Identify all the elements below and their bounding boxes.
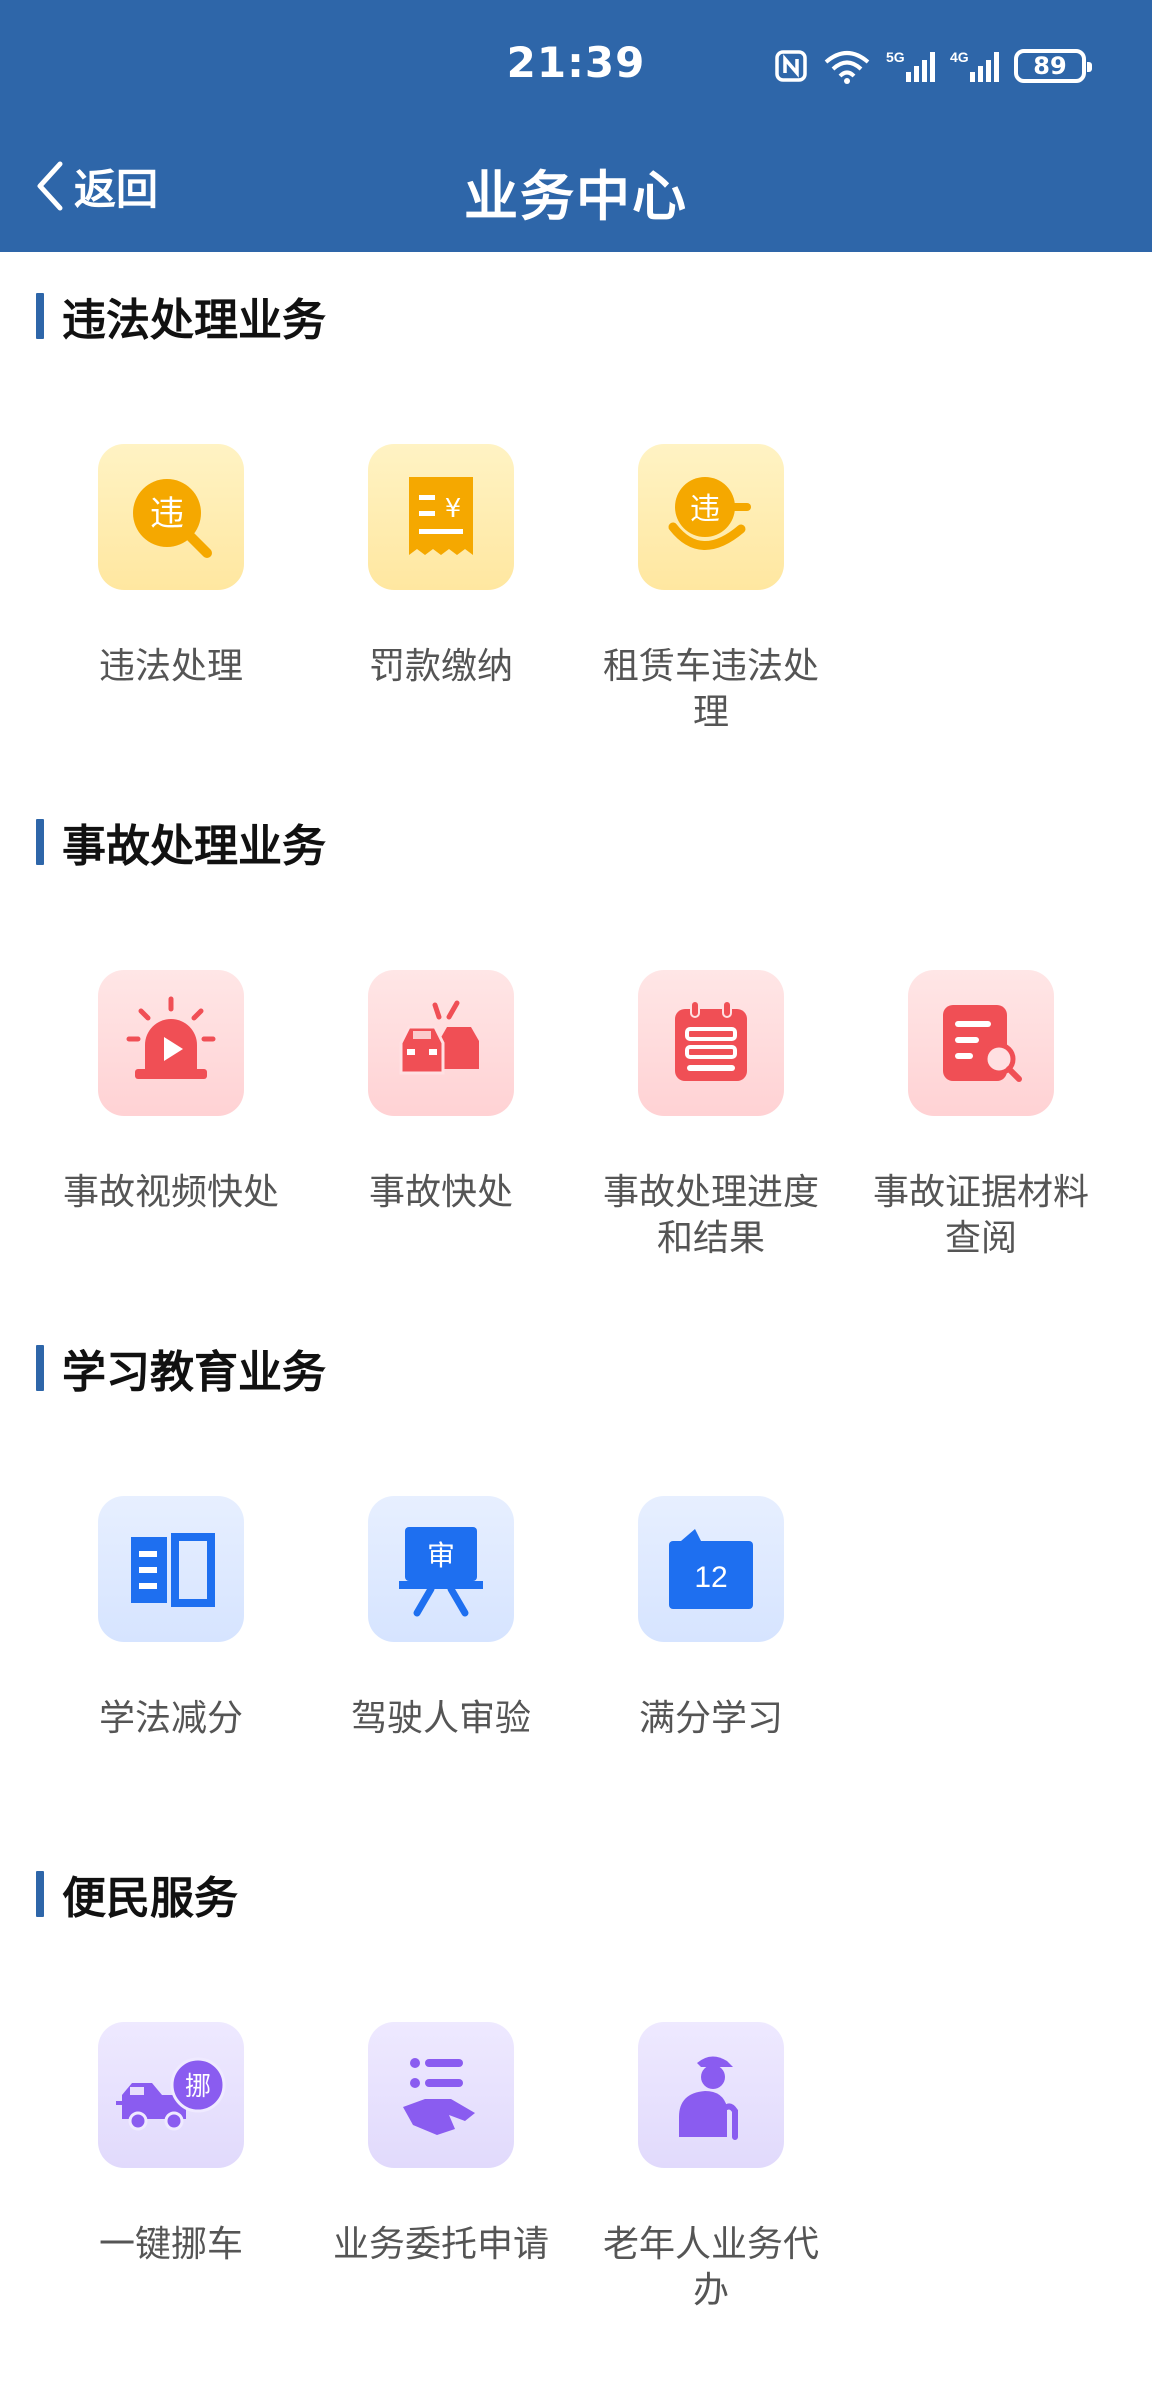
service-item-accident-progress[interactable]: 事故处理进度和结果 [576, 970, 846, 1262]
section-title: 便民服务 [36, 1870, 238, 1924]
service-tile: ¥ [368, 444, 514, 590]
service-label: 事故快处 [368, 1172, 513, 1213]
service-label: 事故视频快处 [62, 1172, 279, 1213]
service-tile [638, 970, 784, 1116]
elderly-icon [679, 2056, 738, 2140]
service-item-move-car[interactable]: 挪 一键挪车 [36, 2022, 306, 2268]
hand-list-icon [403, 2058, 475, 2135]
service-tile [908, 970, 1054, 1116]
service-label: 违法处理 [98, 646, 243, 687]
section-accident: 事故处理业务 事故视频快处 事故快处 事故处理进度和结果 事故证据材料查阅 [0, 778, 1152, 1304]
section-violation: 违法处理业务 违 违法处理 ¥ 罚款缴纳 违 租赁车违法处理 [0, 252, 1152, 778]
signal-5g-icon: 5G [886, 49, 935, 82]
service-item-driver-review[interactable]: 审 驾驶人审验 [306, 1496, 576, 1742]
calendar-list-icon [675, 1000, 747, 1081]
service-label: 老年人业务代办 [602, 2224, 819, 2311]
svg-text:挪: 挪 [185, 2072, 211, 2102]
section-title: 学习教育业务 [36, 1344, 326, 1398]
service-label: 业务委托申请 [332, 2224, 549, 2265]
battery-level: 89 [1033, 52, 1067, 80]
service-item-accident-quick[interactable]: 事故快处 [306, 970, 576, 1216]
service-grid: 事故视频快处 事故快处 事故处理进度和结果 事故证据材料查阅 [0, 970, 1152, 1330]
service-tile: 违 [98, 444, 244, 590]
service-item-accident-video[interactable]: 事故视频快处 [36, 970, 306, 1216]
service-label: 驾驶人审验 [350, 1698, 531, 1739]
service-label: 事故处理进度和结果 [602, 1172, 819, 1259]
service-item-full-score-study[interactable]: 12 满分学习 [576, 1496, 846, 1742]
app-header: 21:39 5G 4G 89 返回 业务中心 [0, 0, 1152, 252]
service-label: 学法减分 [98, 1698, 243, 1739]
service-tile [98, 970, 244, 1116]
section-education: 学习教育业务 学法减分 审 驾驶人审验 12 满分学习 [0, 1304, 1152, 1830]
service-tile [638, 2022, 784, 2168]
service-tile [368, 2022, 514, 2168]
service-item-evidence-review[interactable]: 事故证据材料查阅 [846, 970, 1116, 1262]
service-label: 一键挪车 [98, 2224, 243, 2265]
signal-4g-icon: 4G [950, 49, 999, 82]
section-convenience: 便民服务 挪 一键挪车 业务委托申请 老年人业务代办 [0, 1830, 1152, 2376]
svg-text:审: 审 [427, 1539, 455, 1572]
wifi-icon [824, 51, 870, 84]
service-tile [98, 1496, 244, 1642]
car-crash-icon [399, 1000, 479, 1075]
service-item-elderly-agency[interactable]: 老年人业务代办 [576, 2022, 846, 2314]
service-item-violation-handling[interactable]: 违 违法处理 [36, 444, 306, 690]
move-car-icon: 挪 [116, 2057, 226, 2131]
service-item-study-law[interactable]: 学法减分 [36, 1496, 306, 1742]
battery-indicator: 89 [1014, 49, 1092, 83]
service-tile: 挪 [98, 2022, 244, 2168]
service-grid: 挪 一键挪车 业务委托申请 老年人业务代办 [0, 2022, 1152, 2382]
svg-text:5G: 5G [886, 49, 905, 65]
svg-text:违: 违 [690, 492, 720, 527]
svg-text:12: 12 [694, 1561, 727, 1594]
service-grid: 学法减分 审 驾驶人审验 12 满分学习 [0, 1496, 1152, 1856]
svg-text:违: 违 [150, 494, 184, 534]
svg-text:¥: ¥ [445, 494, 462, 524]
service-item-fine-payment[interactable]: ¥ 罚款缴纳 [306, 444, 576, 690]
fine-receipt-icon: ¥ [409, 477, 473, 555]
nfc-icon [775, 50, 807, 82]
service-label: 事故证据材料查阅 [872, 1172, 1089, 1259]
document-search-icon [943, 1005, 1022, 1082]
service-label: 满分学习 [638, 1698, 783, 1739]
service-tile: 审 [368, 1496, 514, 1642]
section-title: 违法处理业务 [36, 292, 326, 346]
service-tile [368, 970, 514, 1116]
service-item-entrust-application[interactable]: 业务委托申请 [306, 2022, 576, 2268]
status-icons: 5G 4G 89 [774, 46, 1092, 86]
violation-search-icon: 违 [133, 479, 212, 558]
service-item-rental-violation[interactable]: 违 租赁车违法处理 [576, 444, 846, 736]
page-title: 业务中心 [464, 165, 688, 228]
rental-violation-icon: 违 [668, 477, 751, 550]
alarm-video-icon [126, 996, 216, 1079]
svg-text:4G: 4G [950, 49, 969, 65]
open-book-icon [131, 1533, 215, 1607]
service-grid: 违 违法处理 ¥ 罚款缴纳 违 租赁车违法处理 [0, 444, 1152, 804]
calendar-12-icon: 12 [669, 1529, 753, 1609]
review-board-icon: 审 [399, 1527, 483, 1617]
service-tile: 违 [638, 444, 784, 590]
section-title: 事故处理业务 [36, 818, 326, 872]
service-label: 租赁车违法处理 [602, 646, 819, 733]
service-label: 罚款缴纳 [368, 646, 513, 687]
service-tile: 12 [638, 1496, 784, 1642]
